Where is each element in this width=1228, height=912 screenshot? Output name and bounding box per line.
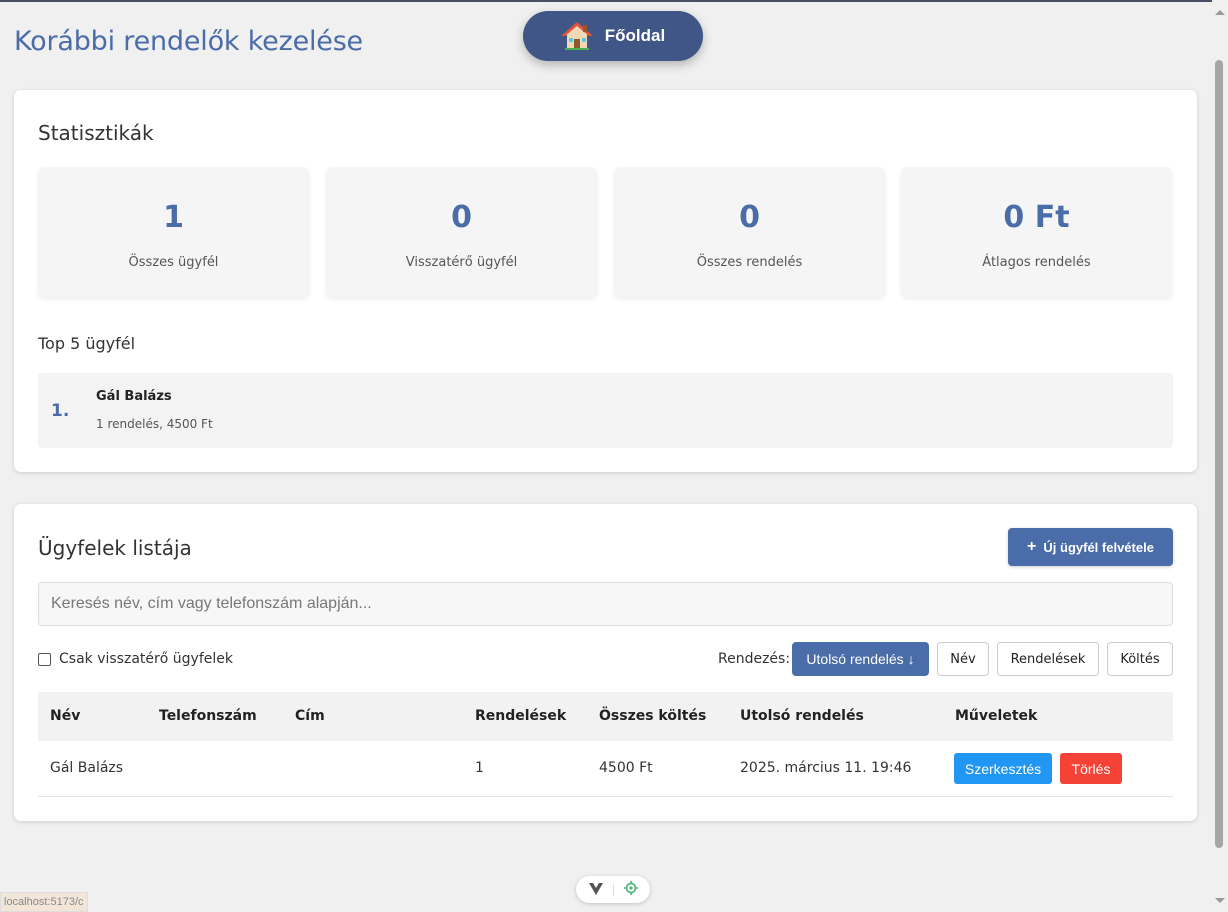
column-header[interactable]: Rendelések bbox=[475, 708, 566, 724]
stat-average-order: 0 Ft Átlagos rendelés bbox=[901, 167, 1172, 297]
stat-label: Átlagos rendelés bbox=[982, 255, 1091, 270]
top-customer-name: Gál Balázs bbox=[96, 389, 172, 404]
new-customer-button[interactable]: + Új ügyfél felvétele bbox=[1008, 528, 1173, 566]
devtools-separator bbox=[612, 883, 614, 896]
target-icon[interactable] bbox=[623, 880, 638, 899]
cell-last-order: 2025. március 11. 19:46 bbox=[740, 760, 912, 776]
column-header[interactable]: Név bbox=[50, 708, 80, 724]
returning-only-filter[interactable]: Csak visszatérő ügyfelek bbox=[38, 651, 233, 667]
new-customer-button-label: Új ügyfél felvétele bbox=[1043, 539, 1154, 555]
scrollbar-thumb[interactable] bbox=[1215, 60, 1223, 848]
customer-list-card: Ügyfelek listája + Új ügyfél felvétele C… bbox=[14, 504, 1197, 821]
status-bar-url: localhost:5173/c bbox=[0, 892, 88, 912]
table-row: Gál Balázs 1 4500 Ft 2025. március 11. 1… bbox=[38, 741, 1173, 797]
statistics-title: Statisztikák bbox=[38, 121, 154, 145]
delete-button[interactable]: Törlés bbox=[1060, 753, 1122, 784]
cell-name: Gál Balázs bbox=[50, 760, 124, 776]
stat-label: Összes rendelés bbox=[696, 255, 803, 270]
top-customer-meta: 1 rendelés, 4500 Ft bbox=[96, 417, 213, 431]
customer-list-title: Ügyfelek listája bbox=[38, 536, 192, 560]
page-title: Korábbi rendelők kezelése bbox=[14, 26, 363, 57]
search-input[interactable] bbox=[38, 582, 1173, 626]
stat-value: 1 bbox=[163, 200, 184, 235]
sort-spending-button[interactable]: Költés bbox=[1107, 642, 1173, 676]
stat-value: 0 bbox=[739, 200, 760, 235]
top-customers-title: Top 5 ügyfél bbox=[38, 334, 136, 353]
stat-label: Visszatérő ügyfél bbox=[405, 255, 518, 270]
edit-button[interactable]: Szerkesztés bbox=[954, 753, 1052, 784]
stat-total-orders: 0 Összes rendelés bbox=[614, 167, 885, 297]
stat-value: 0 bbox=[451, 200, 472, 235]
house-icon bbox=[560, 21, 593, 51]
home-button[interactable]: Főoldal bbox=[523, 11, 703, 61]
home-button-label: Főoldal bbox=[604, 26, 666, 45]
stat-label: Összes ügyfél bbox=[128, 255, 219, 270]
cell-orders: 1 bbox=[475, 760, 484, 776]
sort-label: Rendezés: bbox=[718, 651, 791, 667]
sort-name-button[interactable]: Név bbox=[937, 642, 989, 676]
statistics-card: Statisztikák 1 Összes ügyfél 0 Visszatér… bbox=[14, 90, 1197, 472]
top-customer-item: 1. Gál Balázs 1 rendelés, 4500 Ft bbox=[38, 373, 1173, 448]
scroll-down-arrow-icon[interactable] bbox=[1215, 898, 1225, 903]
stat-value: 0 Ft bbox=[1003, 200, 1070, 235]
table-header: Név Telefonszám Cím Rendelések Összes kö… bbox=[38, 692, 1173, 741]
stat-total-customers: 1 Összes ügyfél bbox=[38, 167, 309, 297]
column-header[interactable]: Összes költés bbox=[599, 708, 706, 724]
sort-last-order-button[interactable]: Utolsó rendelés ↓ bbox=[792, 642, 929, 676]
column-header: Műveletek bbox=[955, 708, 1038, 724]
cell-total: 4500 Ft bbox=[599, 760, 653, 776]
sort-orders-button[interactable]: Rendelések bbox=[997, 642, 1099, 676]
vue-icon[interactable] bbox=[588, 880, 603, 899]
window-top-border bbox=[0, 0, 1228, 2]
column-header[interactable]: Telefonszám bbox=[159, 708, 257, 724]
stat-returning-customers: 0 Visszatérő ügyfél bbox=[326, 167, 597, 297]
column-header[interactable]: Utolsó rendelés bbox=[740, 708, 864, 724]
returning-only-checkbox[interactable] bbox=[38, 652, 51, 666]
scroll-up-arrow-icon[interactable] bbox=[1215, 10, 1225, 15]
returning-only-label: Csak visszatérő ügyfelek bbox=[59, 651, 233, 667]
scrollbar[interactable] bbox=[1212, 0, 1228, 912]
top-customer-rank: 1. bbox=[51, 401, 70, 421]
plus-icon: + bbox=[1027, 538, 1037, 555]
column-header[interactable]: Cím bbox=[295, 708, 325, 724]
devtools-toolbar bbox=[576, 876, 650, 903]
